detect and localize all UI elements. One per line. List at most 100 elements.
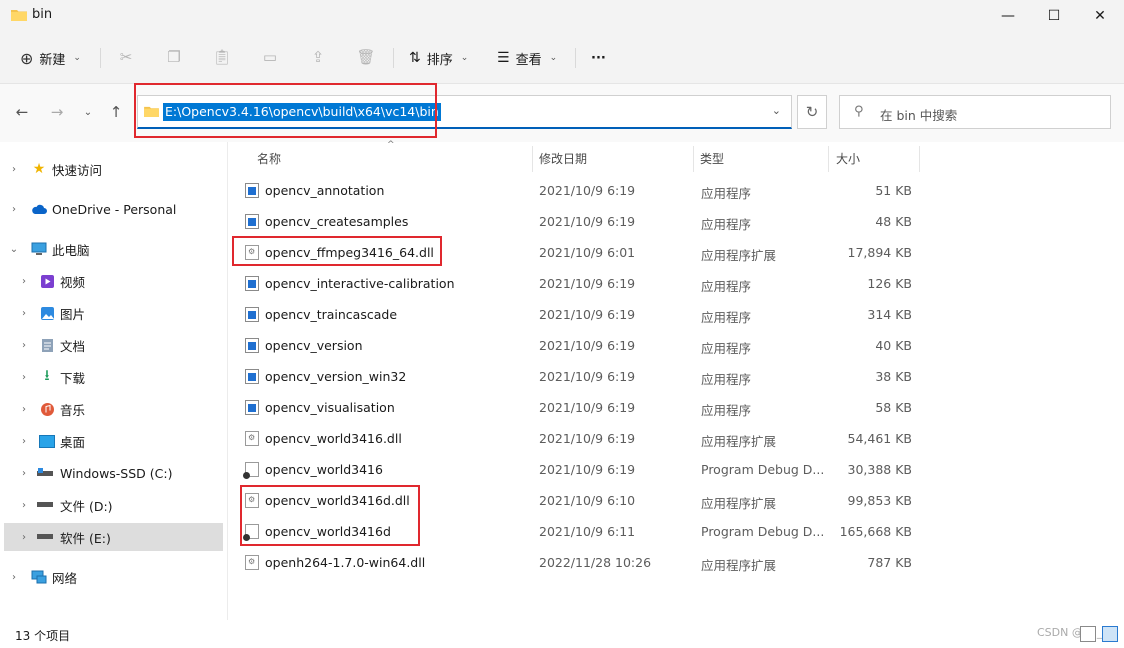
sidebar-item-quick-access[interactable]: › ★ 快速访问 xyxy=(4,155,223,183)
copy-icon[interactable]: ❐ xyxy=(164,47,184,67)
sidebar-item-music[interactable]: › 音乐 xyxy=(4,395,223,423)
paste-icon[interactable]: 📋︎ xyxy=(212,47,232,67)
up-arrow-icon[interactable]: ↑ xyxy=(106,102,126,122)
column-divider[interactable] xyxy=(693,146,694,172)
folder-icon xyxy=(11,10,27,21)
address-bar[interactable]: E:\Opencv3.4.16\opencv\build\x64\vc14\bi… xyxy=(137,95,792,129)
chevron-right-icon[interactable]: › xyxy=(18,308,30,319)
sidebar-item-onedrive[interactable]: › OneDrive - Personal xyxy=(4,195,223,223)
chevron-right-icon[interactable]: › xyxy=(18,468,30,479)
file-row[interactable]: opencv_annotation 2021/10/9 6:19 应用程序 51 KB xyxy=(230,175,920,206)
chevron-right-icon[interactable]: › xyxy=(18,500,30,511)
forward-arrow-icon[interactable]: → xyxy=(47,102,67,122)
file-type: 应用程序 xyxy=(701,217,752,232)
column-divider[interactable] xyxy=(828,146,829,172)
sidebar-item-network[interactable]: › 网络 xyxy=(4,563,223,591)
details-view-icon[interactable] xyxy=(1080,626,1096,642)
sidebar-item-drive-e[interactable]: › 软件 (E:) xyxy=(4,523,223,551)
chevron-right-icon[interactable]: › xyxy=(18,276,30,287)
dll-file-icon xyxy=(245,245,259,260)
file-row[interactable]: opencv_version 2021/10/9 6:19 应用程序 40 KB xyxy=(230,330,920,361)
refresh-icon[interactable]: ↻ xyxy=(797,95,827,129)
file-row[interactable]: opencv_visualisation 2021/10/9 6:19 应用程序 58… xyxy=(230,392,920,423)
folder-icon xyxy=(144,106,159,117)
sidebar-item-videos[interactable]: › 视频 xyxy=(4,267,223,295)
share-icon[interactable]: ⇪ xyxy=(308,47,328,67)
sort-button[interactable]: ⇅ 排序 ⌄ xyxy=(409,46,468,70)
sidebar-item-downloads[interactable]: › ⭳ 下载 xyxy=(4,363,223,391)
sidebar-item-documents[interactable]: › 文档 xyxy=(4,331,223,359)
divider xyxy=(393,48,394,68)
chevron-right-icon[interactable]: › xyxy=(8,204,20,215)
file-row[interactable]: opencv_world3416 2021/10/9 6:19 Program De… xyxy=(230,454,920,485)
dll-file-icon xyxy=(245,493,259,508)
column-divider[interactable] xyxy=(919,146,920,172)
file-date: 2021/10/9 6:19 xyxy=(539,462,636,477)
file-row[interactable]: opencv_interactive-calibration 2021/10/9 … xyxy=(230,268,920,299)
maximize-button[interactable]: ☐ xyxy=(1031,0,1077,32)
cloud-icon xyxy=(31,201,47,217)
chevron-down-icon[interactable]: ⌄ xyxy=(772,104,781,117)
file-date: 2021/10/9 6:19 xyxy=(539,400,636,415)
view-icon: ☰ xyxy=(497,50,510,66)
sidebar-item-this-pc[interactable]: ⌄ 此电脑 xyxy=(4,235,223,263)
chevron-right-icon[interactable]: › xyxy=(18,532,30,543)
column-header-name[interactable]: 名称 xyxy=(257,150,281,167)
chevron-down-icon: ⌄ xyxy=(460,53,469,63)
chevron-right-icon[interactable]: › xyxy=(18,340,30,351)
search-box[interactable]: ⚲ 在 bin 中搜索 xyxy=(839,95,1111,129)
column-header-type[interactable]: 类型 xyxy=(700,150,724,167)
file-name: opencv_version xyxy=(265,338,363,353)
file-date: 2021/10/9 6:19 xyxy=(539,431,636,446)
file-row[interactable]: opencv_world3416.dll 2021/10/9 6:19 应用程序扩展… xyxy=(230,423,920,454)
file-row[interactable]: opencv_world3416d.dll 2021/10/9 6:10 应用程序扩… xyxy=(230,485,920,516)
file-row[interactable]: opencv_version_win32 2021/10/9 6:19 应用程序 38… xyxy=(230,361,920,392)
file-row[interactable]: opencv_ffmpeg3416_64.dll 2021/10/9 6:01 应用… xyxy=(230,237,920,268)
sidebar-item-drive-d[interactable]: › 文件 (D:) xyxy=(4,491,223,519)
network-icon xyxy=(31,569,47,585)
file-type: 应用程序 xyxy=(701,279,752,294)
delete-icon[interactable]: 🗑︎ xyxy=(356,47,376,67)
sidebar-item-drive-c[interactable]: › Windows-SSD (C:) xyxy=(4,459,223,487)
file-row[interactable]: openh264-1.7.0-win64.dll 2022/11/28 10:26… xyxy=(230,547,920,578)
file-size: 165,668 KB xyxy=(839,524,912,539)
chevron-right-icon[interactable]: › xyxy=(18,436,30,447)
new-button[interactable]: ⊕ 新建 ⌄ xyxy=(20,46,81,70)
large-icons-view-icon[interactable] xyxy=(1102,626,1118,642)
address-path[interactable]: E:\Opencv3.4.16\opencv\build\x64\vc14\bi… xyxy=(163,103,441,121)
cut-icon[interactable]: ✂ xyxy=(116,47,136,67)
chevron-right-icon[interactable]: › xyxy=(8,164,20,175)
chevron-right-icon[interactable]: › xyxy=(18,404,30,415)
view-button[interactable]: ☰ 查看 ⌄ xyxy=(497,46,557,70)
close-button[interactable]: ✕ xyxy=(1077,0,1123,32)
application-icon xyxy=(245,338,259,353)
file-row[interactable]: opencv_traincascade 2021/10/9 6:19 应用程序 314… xyxy=(230,299,920,330)
column-header-size[interactable]: 大小 xyxy=(836,150,860,167)
sidebar-item-pictures[interactable]: › 图片 xyxy=(4,299,223,327)
minimize-button[interactable]: — xyxy=(985,0,1031,32)
file-row[interactable]: opencv_world3416d 2021/10/9 6:11 Program D… xyxy=(230,516,920,547)
drive-icon xyxy=(37,529,53,545)
file-type: 应用程序 xyxy=(701,186,752,201)
sidebar-item-desktop[interactable]: › 桌面 xyxy=(4,427,223,455)
drive-icon xyxy=(37,497,53,513)
sidebar-item-label: OneDrive - Personal xyxy=(52,201,177,217)
application-icon xyxy=(245,214,259,229)
application-icon xyxy=(245,183,259,198)
rename-icon[interactable]: ▭ xyxy=(260,47,280,67)
recent-chevron-icon[interactable]: ⌄ xyxy=(78,102,98,122)
file-type: 应用程序 xyxy=(701,372,752,387)
chevron-down-icon[interactable]: ⌄ xyxy=(8,244,20,255)
file-name: opencv_visualisation xyxy=(265,400,395,415)
column-header-date[interactable]: 修改日期 xyxy=(539,150,587,167)
chevron-right-icon[interactable]: › xyxy=(8,572,20,583)
file-size: 787 KB xyxy=(867,555,912,570)
more-button[interactable]: ··· xyxy=(591,46,606,70)
file-type: 应用程序 xyxy=(701,341,752,356)
file-date: 2021/10/9 6:19 xyxy=(539,338,636,353)
chevron-right-icon[interactable]: › xyxy=(18,372,30,383)
documents-icon xyxy=(39,337,55,353)
back-arrow-icon[interactable]: ← xyxy=(12,102,32,122)
file-row[interactable]: opencv_createsamples 2021/10/9 6:19 应用程序 48… xyxy=(230,206,920,237)
column-divider[interactable] xyxy=(532,146,533,172)
